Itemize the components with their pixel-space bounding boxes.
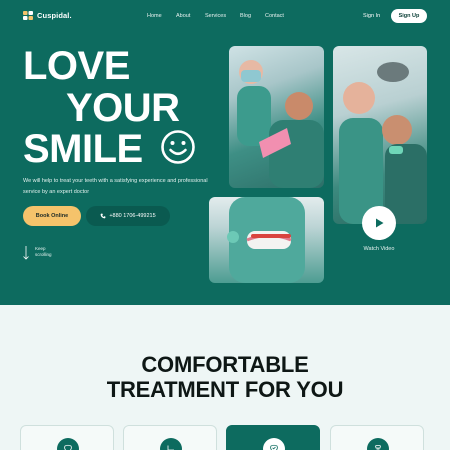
tooth-icon <box>57 438 79 450</box>
section-title-line-2: TREATMENT FOR YOU <box>106 377 344 402</box>
sign-up-button[interactable]: Sign Up <box>391 9 427 23</box>
headline-line-3: SMILE <box>23 127 143 171</box>
brand-name: Cuspidal. <box>37 11 72 20</box>
dentist-photo-2 <box>333 46 427 224</box>
phone-icon <box>100 213 106 219</box>
phone-number: +880 1706-499215 <box>109 213 156 219</box>
nav-about[interactable]: About <box>176 13 205 19</box>
section-title-line-1: COMFORTABLE <box>141 352 309 377</box>
sign-in-link[interactable]: Sign In <box>363 13 380 19</box>
hero-description: We will help to treat your teeth with a … <box>23 178 208 195</box>
dentist-illustration-1 <box>237 60 324 188</box>
play-video-button[interactable] <box>362 206 396 240</box>
keep-scrolling-label: Keep scrolling <box>35 246 52 257</box>
dentist-illustration-3 <box>227 197 305 283</box>
nav-blog[interactable]: Blog <box>240 13 265 19</box>
smiley-icon <box>161 130 195 164</box>
tooth-check-icon <box>263 438 285 450</box>
keep-scrolling[interactable]: Keep scrolling <box>23 246 57 260</box>
implant-icon <box>367 438 389 450</box>
hero-section: Cuspidal. Home About Services Blog Conta… <box>0 0 450 305</box>
dentist-photo-1 <box>229 46 324 188</box>
headline-line-2: YOUR <box>66 86 180 130</box>
play-icon <box>376 218 384 228</box>
book-online-button[interactable]: Book Online <box>23 206 81 226</box>
nav-contact[interactable]: Contact <box>265 13 284 19</box>
service-card-4[interactable] <box>330 425 424 450</box>
dental-chair-icon <box>160 438 182 450</box>
logo-icon <box>23 11 33 20</box>
dentist-photo-3 <box>209 197 324 283</box>
arrow-down-icon <box>23 246 29 260</box>
nav-home[interactable]: Home <box>147 13 176 19</box>
phone-button[interactable]: +880 1706-499215 <box>86 206 170 226</box>
service-card-2[interactable] <box>123 425 217 450</box>
service-card-3-active[interactable] <box>226 425 320 450</box>
logo[interactable]: Cuspidal. <box>23 11 72 20</box>
main-nav: Home About Services Blog Contact <box>147 13 284 19</box>
headline-line-1: LOVE <box>23 44 130 88</box>
watch-video-label[interactable]: Watch Video <box>349 246 409 252</box>
service-card-1[interactable] <box>20 425 114 450</box>
nav-services[interactable]: Services <box>205 13 240 19</box>
dentist-illustration-2 <box>339 62 427 224</box>
